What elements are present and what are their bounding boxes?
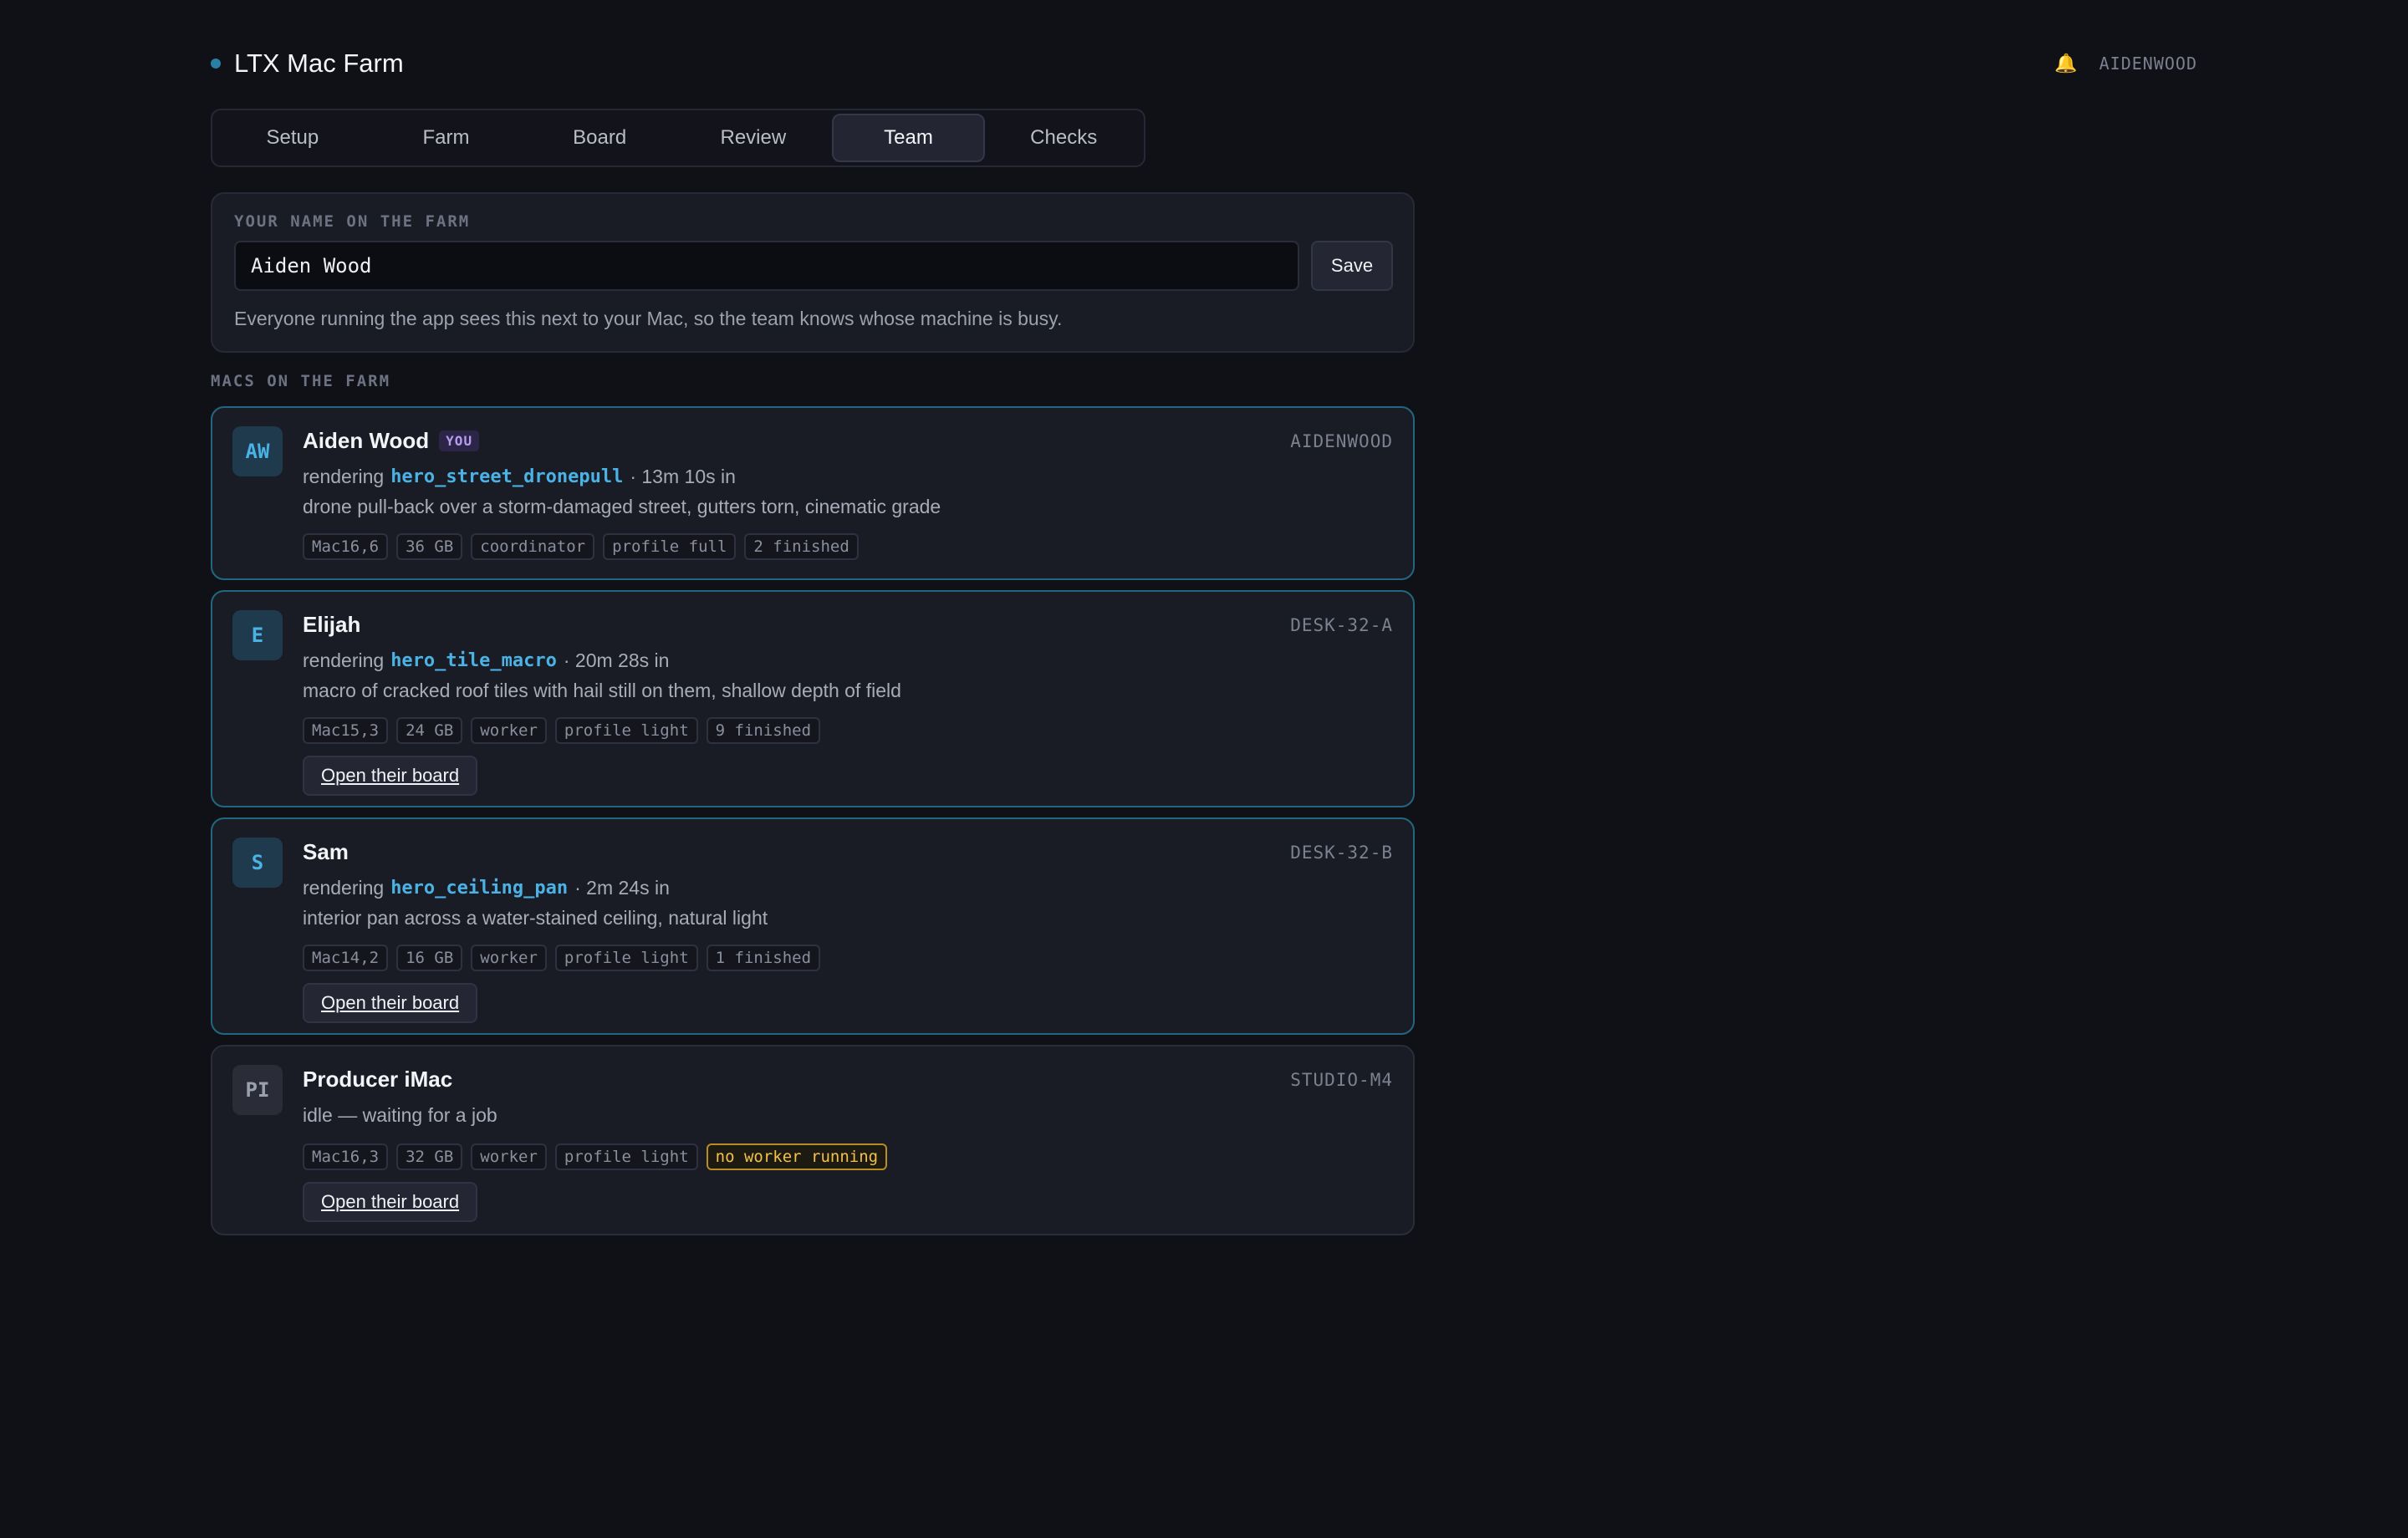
profile-chip: profile light bbox=[554, 717, 698, 744]
idle-status: idle — waiting for a job bbox=[303, 1103, 497, 1126]
avatar: PI bbox=[232, 1065, 283, 1115]
avatar: AW bbox=[232, 426, 283, 476]
status-dot-icon bbox=[211, 59, 221, 69]
mac-host: AIDENWOOD bbox=[1290, 431, 1393, 451]
mac-card: PI Producer iMac STUDIO-M4 idle — waitin… bbox=[211, 1045, 1415, 1235]
tab-team[interactable]: Team bbox=[831, 114, 986, 162]
app-header: LTX Mac Farm 🔔 AIDENWOOD bbox=[211, 47, 2197, 80]
job-name[interactable]: hero_tile_macro bbox=[390, 650, 557, 671]
avatar: E bbox=[232, 610, 283, 660]
finished-chip: 1 finished bbox=[706, 945, 821, 971]
chip-row: Mac16,6 36 GB coordinator profile full 2… bbox=[303, 533, 1393, 560]
mac-owner-name: Sam bbox=[303, 838, 349, 864]
profile-chip: profile light bbox=[554, 1143, 698, 1170]
avatar: S bbox=[232, 838, 283, 888]
job-description: drone pull-back over a storm-damaged str… bbox=[303, 495, 941, 517]
finished-chip: 9 finished bbox=[706, 717, 821, 744]
memory-chip: 36 GB bbox=[396, 533, 463, 560]
bell-icon[interactable]: 🔔 bbox=[2054, 53, 2077, 74]
model-chip: Mac16,6 bbox=[303, 533, 389, 560]
header-right: 🔔 AIDENWOOD bbox=[2054, 47, 2197, 80]
mac-host: STUDIO-M4 bbox=[1290, 1070, 1393, 1090]
name-help-text: Everyone running the app sees this next … bbox=[234, 308, 1063, 329]
role-chip: worker bbox=[471, 717, 547, 744]
mac-host: DESK-32-A bbox=[1290, 615, 1393, 635]
chip-row: Mac16,3 32 GB worker profile light no wo… bbox=[303, 1143, 1393, 1170]
memory-chip: 32 GB bbox=[396, 1143, 463, 1170]
job-description: macro of cracked roof tiles with hail st… bbox=[303, 679, 901, 701]
role-chip: worker bbox=[471, 1143, 547, 1170]
model-chip: Mac14,2 bbox=[303, 945, 389, 971]
job-description: interior pan across a water-stained ceil… bbox=[303, 906, 768, 929]
macs-section-label: MACS ON THE FARM bbox=[211, 372, 391, 390]
mac-card: S Sam DESK-32-B rendering hero_ceiling_p… bbox=[211, 817, 1415, 1035]
memory-chip: 16 GB bbox=[396, 945, 463, 971]
name-panel: YOUR NAME ON THE FARM Save Everyone runn… bbox=[211, 192, 1415, 353]
finished-chip: 2 finished bbox=[744, 533, 859, 560]
mac-owner-name: Producer iMac bbox=[303, 1066, 453, 1092]
mac-card: AW Aiden Wood YOU AIDENWOOD rendering he… bbox=[211, 406, 1415, 580]
status-line: rendering hero_street_dronepull · 13m 10… bbox=[303, 463, 1393, 490]
elapsed-time: · 2m 24s in bbox=[574, 876, 670, 899]
job-name[interactable]: hero_ceiling_pan bbox=[390, 878, 568, 899]
tab-farm[interactable]: Farm bbox=[371, 114, 522, 162]
brand: LTX Mac Farm bbox=[211, 47, 404, 80]
profile-chip: profile full bbox=[603, 533, 737, 560]
mac-card: E Elijah DESK-32-A rendering hero_tile_m… bbox=[211, 590, 1415, 807]
tab-review[interactable]: Review bbox=[678, 114, 829, 162]
current-host: AIDENWOOD bbox=[2099, 53, 2197, 74]
warning-chip: no worker running bbox=[706, 1143, 888, 1170]
open-board-button[interactable]: Open their board bbox=[303, 1182, 478, 1222]
status-prefix: rendering bbox=[303, 465, 385, 487]
mac-owner-name: Elijah bbox=[303, 611, 361, 637]
tab-checks[interactable]: Checks bbox=[988, 114, 1139, 162]
tab-setup[interactable]: Setup bbox=[217, 114, 368, 162]
elapsed-time: · 20m 28s in bbox=[563, 649, 670, 671]
save-button[interactable]: Save bbox=[1311, 241, 1393, 291]
you-badge: YOU bbox=[439, 430, 480, 451]
open-board-button[interactable]: Open their board bbox=[303, 756, 478, 796]
memory-chip: 24 GB bbox=[396, 717, 463, 744]
status-prefix: rendering bbox=[303, 876, 385, 899]
job-name[interactable]: hero_street_dronepull bbox=[390, 466, 623, 487]
status-line: rendering hero_ceiling_pan · 2m 24s in bbox=[303, 874, 1393, 901]
role-chip: worker bbox=[471, 945, 547, 971]
chip-row: Mac15,3 24 GB worker profile light 9 fin… bbox=[303, 717, 1393, 744]
status-prefix: rendering bbox=[303, 649, 385, 671]
status-line: rendering hero_tile_macro · 20m 28s in bbox=[303, 647, 1393, 674]
open-board-button[interactable]: Open their board bbox=[303, 983, 478, 1023]
mac-owner-name: Aiden Wood bbox=[303, 427, 430, 453]
model-chip: Mac16,3 bbox=[303, 1143, 389, 1170]
chip-row: Mac14,2 16 GB worker profile light 1 fin… bbox=[303, 945, 1393, 971]
elapsed-time: · 13m 10s in bbox=[630, 465, 736, 487]
tab-board[interactable]: Board bbox=[524, 114, 675, 162]
name-label: YOUR NAME ON THE FARM bbox=[234, 212, 471, 231]
mac-host: DESK-32-B bbox=[1290, 843, 1393, 863]
tab-bar: Setup Farm Board Review Team Checks bbox=[211, 109, 1145, 167]
app-title: LTX Mac Farm bbox=[234, 48, 404, 78]
role-chip: coordinator bbox=[471, 533, 595, 560]
profile-chip: profile light bbox=[554, 945, 698, 971]
model-chip: Mac15,3 bbox=[303, 717, 389, 744]
name-input[interactable] bbox=[234, 241, 1299, 291]
